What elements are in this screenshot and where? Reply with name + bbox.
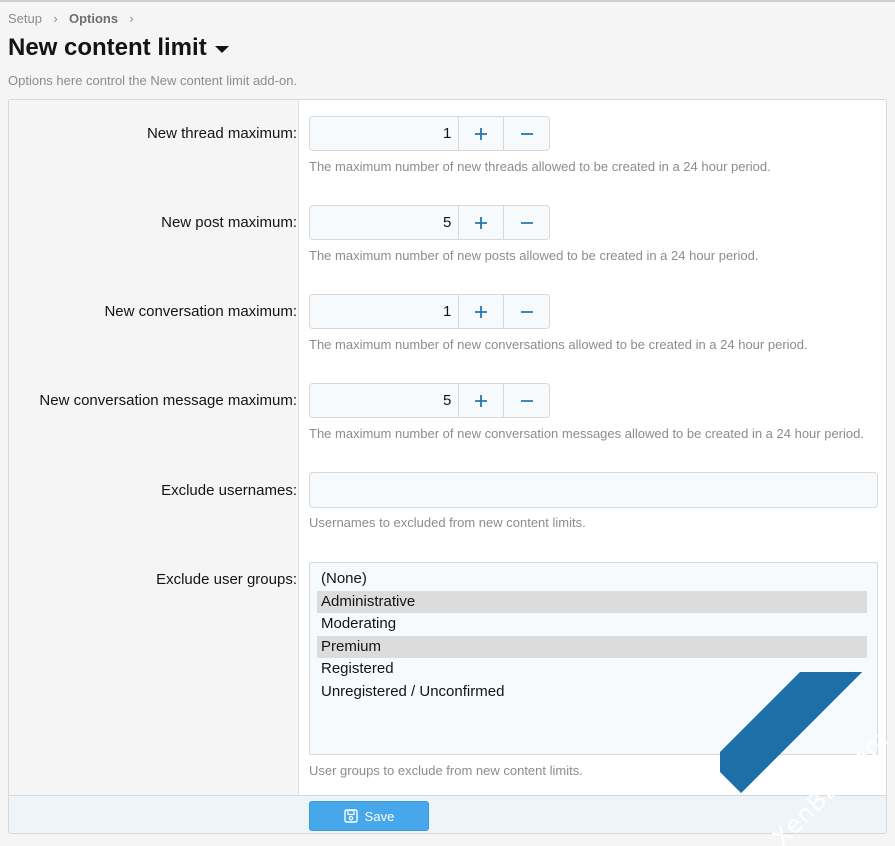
options-panel: New thread maximum: 1 The maximum number… [8, 99, 887, 834]
plus-icon [475, 305, 488, 318]
save-button-label: Save [364, 808, 395, 824]
list-option-registered[interactable]: Registered [317, 658, 867, 681]
minus-icon [520, 399, 533, 402]
minus-icon [520, 221, 533, 224]
new-post-maximum-stepper: 5 [309, 205, 550, 240]
increment-button[interactable] [459, 384, 505, 417]
new-conversation-message-maximum-stepper: 5 [309, 383, 550, 418]
hint-new-thread-maximum: The maximum number of new threads allowe… [309, 159, 771, 174]
list-option-moderating[interactable]: Moderating [317, 613, 867, 636]
new-post-maximum-input[interactable]: 5 [310, 206, 460, 239]
hint-new-post-maximum: The maximum number of new posts allowed … [309, 248, 759, 263]
label-exclude-usernames: Exclude usernames: [161, 482, 297, 499]
save-icon [343, 809, 358, 823]
breadcrumb-setup[interactable]: Setup [8, 11, 42, 26]
decrement-button[interactable] [504, 117, 549, 150]
hint-new-conversation-maximum: The maximum number of new conversations … [309, 337, 808, 352]
chevron-right-icon: › [53, 11, 58, 26]
decrement-button[interactable] [504, 384, 549, 417]
increment-button[interactable] [459, 206, 505, 239]
breadcrumb-options[interactable]: Options [69, 11, 118, 26]
increment-button[interactable] [459, 117, 505, 150]
label-new-conversation-maximum: New conversation maximum: [104, 303, 297, 320]
list-option-premium[interactable]: Premium [317, 635, 867, 658]
new-conversation-maximum-stepper: 1 [309, 294, 550, 329]
decrement-button[interactable] [504, 295, 549, 328]
save-button[interactable]: Save [309, 801, 429, 831]
label-new-thread-maximum: New thread maximum: [146, 125, 297, 142]
page-title[interactable]: New content limit [8, 34, 229, 62]
minus-icon [520, 132, 533, 135]
hint-exclude-usernames: Usernames to excluded from new content l… [309, 515, 586, 530]
plus-icon [475, 394, 488, 407]
chevron-right-icon: › [129, 11, 134, 26]
hint-new-conversation-message-maximum: The maximum number of new conversation m… [309, 426, 864, 441]
label-new-post-maximum: New post maximum: [161, 214, 297, 231]
list-option-unregistered[interactable]: Unregistered / Unconfirmed [317, 681, 867, 704]
form-footer: Save [9, 795, 886, 833]
label-exclude-user-groups: Exclude user groups: [156, 571, 297, 588]
exclude-usernames-input[interactable] [309, 472, 878, 508]
plus-icon [475, 127, 488, 140]
list-option-none[interactable]: (None) [317, 568, 867, 591]
hint-exclude-user-groups: User groups to exclude from new content … [309, 763, 583, 778]
new-conversation-message-maximum-input[interactable]: 5 [310, 384, 460, 417]
page-description: Options here control the New content lim… [8, 73, 298, 88]
increment-button[interactable] [459, 295, 505, 328]
new-conversation-maximum-input[interactable]: 1 [310, 295, 460, 328]
caret-down-icon[interactable] [214, 45, 229, 53]
top-border [0, 0, 895, 2]
page-title-text: New content limit [8, 34, 207, 61]
label-new-conversation-message-maximum: New conversation message maximum: [39, 392, 297, 409]
minus-icon [520, 310, 533, 313]
new-thread-maximum-stepper: 1 [309, 116, 550, 151]
new-thread-maximum-input[interactable]: 1 [310, 117, 460, 150]
exclude-user-groups-select[interactable]: (None) Administrative Moderating Premium… [309, 562, 878, 755]
decrement-button[interactable] [504, 206, 549, 239]
list-option-administrative[interactable]: Administrative [317, 590, 867, 613]
plus-icon [475, 216, 488, 229]
label-column [9, 100, 299, 795]
breadcrumb: Setup › Options › [8, 11, 145, 26]
